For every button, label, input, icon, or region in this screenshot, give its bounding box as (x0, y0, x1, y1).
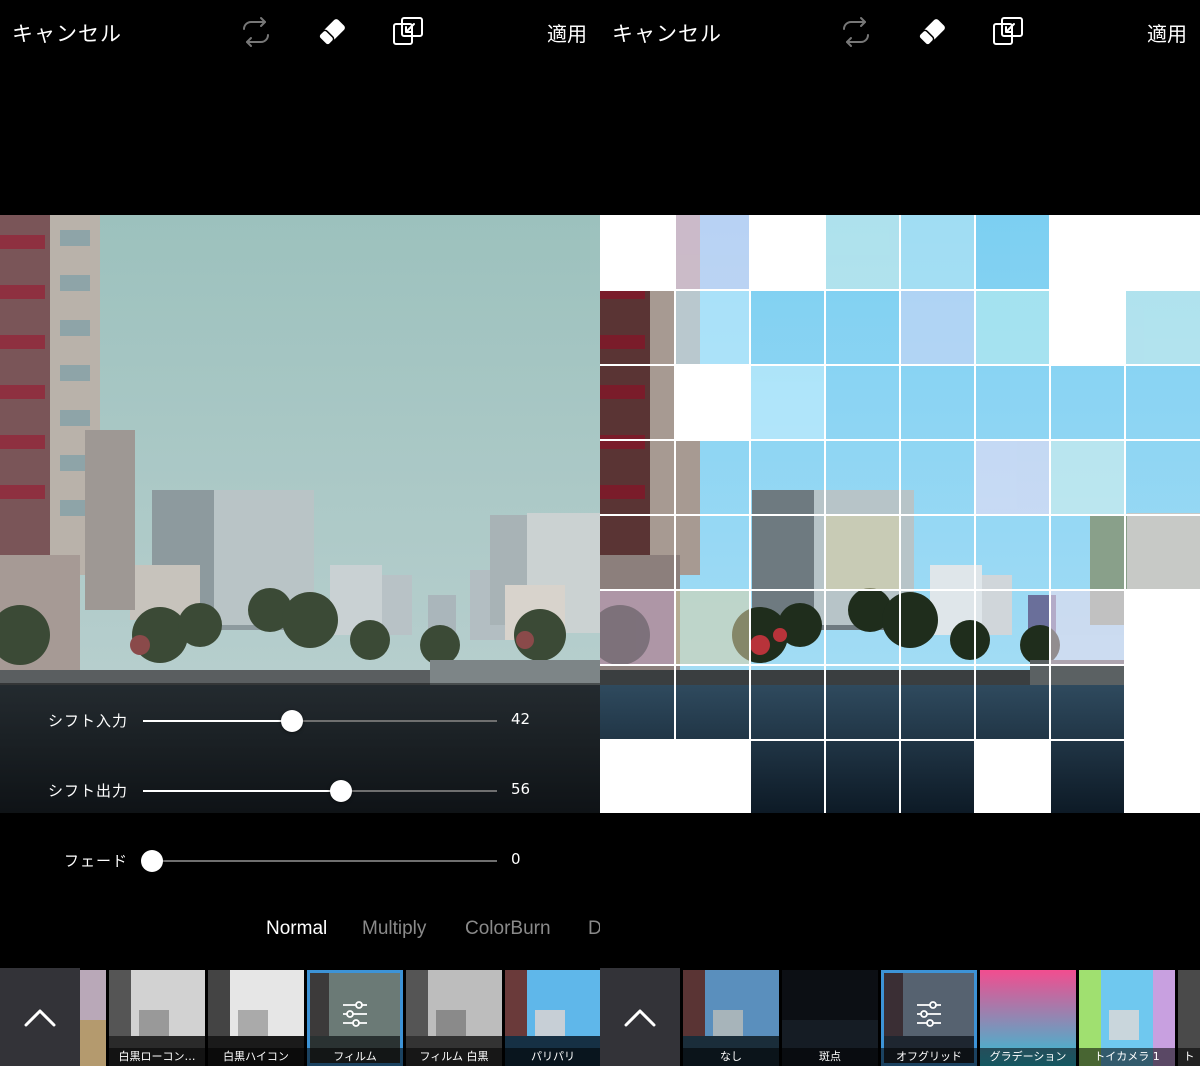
eraser-icon[interactable] (914, 14, 950, 50)
slider-value: 0 (511, 850, 521, 868)
photo-preview-offgrid[interactable] (600, 215, 1200, 813)
slider-value: 56 (511, 780, 531, 798)
top-toolbar: キャンセル 適用 (0, 0, 600, 64)
shift-output-slider[interactable]: シフト出力 56 (0, 770, 600, 810)
adjust-icon (917, 1001, 941, 1027)
filter-thumb[interactable]: パリパリ (505, 970, 600, 1066)
resize-icon[interactable] (390, 14, 426, 50)
adjust-icon (343, 1001, 367, 1027)
slider-label: シフト入力 (47, 712, 128, 730)
slider-label: シフト出力 (47, 782, 128, 800)
slider-track[interactable] (141, 850, 497, 872)
blend-next[interactable]: D (588, 918, 600, 940)
blend-mode-selector: Normal Multiply ColorBurn D (0, 918, 600, 946)
blend-multiply[interactable]: Multiply (362, 918, 426, 940)
slider-track[interactable] (143, 780, 497, 802)
chevron-up-icon (624, 1009, 656, 1027)
filter-thumb-selected[interactable]: フィルム (307, 970, 403, 1066)
slider-track[interactable] (143, 710, 497, 732)
slider-value: 42 (511, 710, 531, 728)
shift-input-slider[interactable]: シフト入力 42 (0, 700, 600, 740)
filter-thumb[interactable]: トイカメラ 1 (1079, 970, 1175, 1066)
filter-thumb[interactable]: 白黒ハイコン (208, 970, 304, 1066)
cancel-button[interactable]: キャンセル (12, 18, 122, 48)
left-editor-panel: キャンセル 適用 シフト入力 42 シフト出力 56 フェード 0 Normal… (0, 0, 600, 1066)
apply-button[interactable]: 適用 (1147, 18, 1187, 47)
top-toolbar: キャンセル 適用 (600, 0, 1200, 64)
repeat-icon[interactable] (838, 14, 874, 50)
filter-label: オフグリッド (881, 1048, 977, 1066)
chevron-up-icon (24, 1009, 56, 1027)
slider-thumb[interactable] (330, 780, 353, 802)
filter-strip: なし 斑点 オフグリッド グラデーション トイカメラ 1 ト (600, 968, 1200, 1066)
filter-thumb-selected[interactable]: オフグリッド (881, 970, 977, 1066)
filter-thumb[interactable]: なし (683, 970, 779, 1066)
filter-label: ト (1178, 1048, 1200, 1066)
eraser-icon[interactable] (314, 14, 350, 50)
slider-thumb[interactable] (280, 710, 303, 732)
expand-button[interactable] (0, 968, 80, 1066)
filter-thumb[interactable]: 斑点 (782, 970, 878, 1066)
filter-label: 白黒ハイコン (208, 1048, 304, 1066)
slider-thumb[interactable] (141, 850, 163, 872)
filter-thumb[interactable] (80, 970, 106, 1066)
filter-thumb[interactable]: グラデーション (980, 970, 1076, 1066)
filter-label: フィルム 白黒 (406, 1048, 502, 1066)
expand-button[interactable] (600, 968, 680, 1066)
blend-colorburn[interactable]: ColorBurn (465, 918, 551, 940)
filter-label: パリパリ (505, 1048, 600, 1066)
resize-icon[interactable] (990, 14, 1026, 50)
slider-label: フェード (63, 852, 128, 870)
filter-label: フィルム (307, 1048, 403, 1066)
filter-label: 斑点 (782, 1048, 878, 1066)
blend-normal[interactable]: Normal (266, 918, 327, 940)
filter-label: なし (683, 1048, 779, 1066)
fade-slider[interactable]: フェード 0 (0, 840, 600, 880)
apply-button[interactable]: 適用 (547, 18, 587, 47)
filter-thumb[interactable]: 白黒ローコン… (109, 970, 205, 1066)
filter-label: 白黒ローコン… (109, 1048, 205, 1066)
repeat-icon[interactable] (238, 14, 274, 50)
filter-thumb[interactable]: ト (1178, 970, 1200, 1066)
filter-strip: 白黒ローコン… 白黒ハイコン フィルム フィルム 白黒 パリパリ (0, 968, 600, 1066)
filter-label: グラデーション (980, 1048, 1076, 1066)
filter-label: トイカメラ 1 (1079, 1048, 1175, 1066)
cancel-button[interactable]: キャンセル (612, 18, 722, 48)
right-editor-panel: キャンセル 適用 なし 斑点 オフグリッド グラデーション トイカメラ 1 ト (600, 0, 1200, 1066)
filter-thumb[interactable]: フィルム 白黒 (406, 970, 502, 1066)
